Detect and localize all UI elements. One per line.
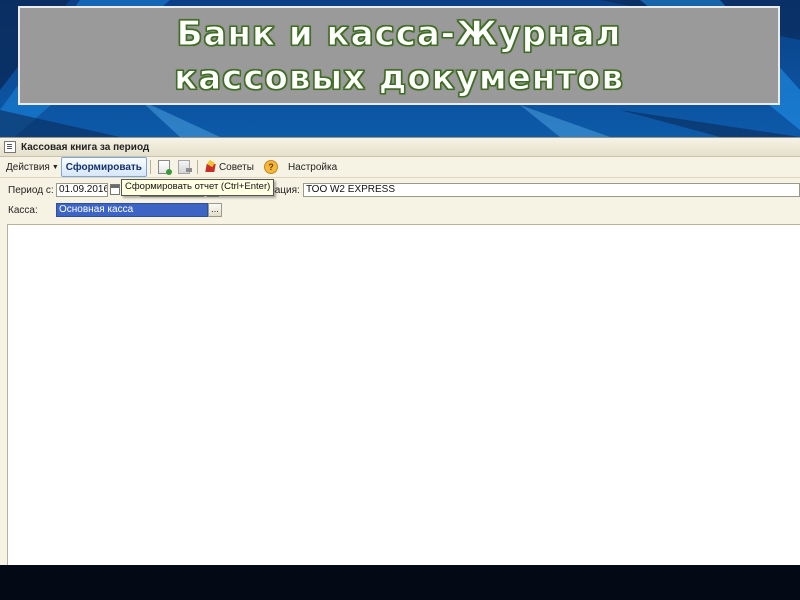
- slide-bottom-band: [0, 565, 800, 600]
- help-button[interactable]: ?: [260, 158, 282, 176]
- cash-label: Касса:: [8, 205, 38, 216]
- calendar-icon[interactable]: [110, 184, 120, 195]
- window-title: Кассовая книга за период: [21, 141, 150, 153]
- report-save-icon: [177, 160, 192, 174]
- tips-button-label: Советы: [218, 161, 254, 173]
- settings-button[interactable]: Настройка: [286, 158, 339, 176]
- report-icon: [157, 160, 172, 175]
- slide-title: Банк и касса-Журнал кассовых документов: [174, 13, 624, 98]
- report-settings-button[interactable]: [154, 158, 174, 176]
- period-from-label: Период с:: [8, 185, 54, 196]
- window-title-bar: Кассовая книга за период: [0, 138, 800, 157]
- chevron-down-icon: ▼: [51, 163, 59, 171]
- organization-input[interactable]: ТОО W2 EXPRESS: [303, 183, 800, 197]
- settings-button-label: Настройка: [287, 161, 338, 173]
- toolbar-separator: [149, 160, 151, 174]
- report-window-icon: [4, 141, 16, 153]
- generate-tooltip: Сформировать отчет (Ctrl+Enter): [121, 179, 275, 196]
- cash-input[interactable]: Основная касса: [56, 203, 208, 217]
- toolbar-separator: [196, 160, 198, 174]
- report-save-button[interactable]: [174, 158, 194, 176]
- slide-title-box: Банк и касса-Журнал кассовых документов: [18, 6, 780, 105]
- period-from-input[interactable]: 01.09.2016: [56, 183, 108, 197]
- report-output-area[interactable]: [7, 224, 800, 566]
- cash-select-button[interactable]: ...: [208, 203, 222, 217]
- generate-button[interactable]: Сформировать: [60, 157, 147, 177]
- tips-icon: [205, 161, 217, 173]
- toolbar: Действия ▼ Сформировать Советы ? Настрой…: [0, 157, 800, 178]
- actions-menu[interactable]: Действия ▼: [4, 158, 61, 176]
- generate-button-label: Сформировать: [65, 161, 142, 173]
- actions-menu-label: Действия: [6, 161, 50, 173]
- tips-button[interactable]: Советы: [201, 158, 256, 176]
- help-icon: ?: [263, 160, 278, 174]
